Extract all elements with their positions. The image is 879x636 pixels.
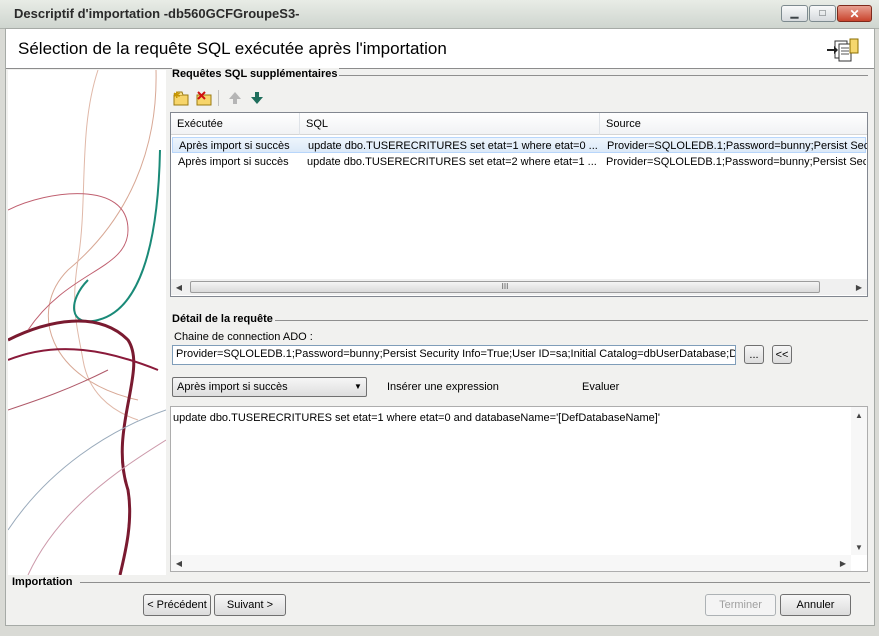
sql-editor-horizontal-scrollbar[interactable]: ◀ ▶ xyxy=(171,555,851,571)
cell-source: Provider=SQLOLEDB.1;Password=bunny;Persi… xyxy=(607,140,867,152)
evaluate-link[interactable]: Evaluer xyxy=(582,381,619,393)
finish-button[interactable]: Terminer xyxy=(705,594,776,616)
close-icon: ✕ xyxy=(849,6,860,21)
page-title: Sélection de la requête SQL exécutée apr… xyxy=(18,39,447,58)
cell-source: Provider=SQLOLEDB.1;Password=bunny;Persi… xyxy=(606,156,866,168)
insert-expression-link[interactable]: Insérer une expression xyxy=(387,381,499,393)
execution-condition-value: Après import si succès xyxy=(177,381,288,393)
detail-group-label: Détail de la requête xyxy=(172,313,275,325)
detail-group-border xyxy=(172,320,868,321)
cell-sql: update dbo.TUSERECRITURES set etat=2 whe… xyxy=(307,156,597,168)
arrow-down-icon[interactable] xyxy=(248,89,266,107)
cancel-button[interactable]: Annuler xyxy=(780,594,851,616)
add-query-icon[interactable]: ✱ xyxy=(172,89,190,107)
column-header-executed[interactable]: Exécutée xyxy=(171,113,300,135)
scrollbar-thumb[interactable]: III xyxy=(190,281,820,293)
window-title: Descriptif d'importation -db560GCFGroupe… xyxy=(14,6,300,21)
window-bottom-edge xyxy=(0,626,879,636)
cell-executed: Après import si succès xyxy=(179,140,290,152)
cell-sql: update dbo.TUSERECRITURES set etat=1 whe… xyxy=(308,140,598,152)
scroll-right-arrow-icon[interactable]: ▶ xyxy=(851,279,867,295)
scroll-down-arrow-icon[interactable]: ▼ xyxy=(851,539,867,555)
browse-connection-button[interactable]: ... xyxy=(744,345,764,364)
connection-string-input[interactable]: Provider=SQLOLEDB.1;Password=bunny;Persi… xyxy=(172,345,736,365)
arrow-up-icon[interactable] xyxy=(226,89,244,107)
maximize-icon: □ xyxy=(819,8,826,19)
table-row[interactable]: Après import si succès update dbo.TUSERE… xyxy=(172,154,866,170)
next-button[interactable]: Suivant > xyxy=(214,594,286,616)
column-header-sql[interactable]: SQL xyxy=(300,113,600,135)
connection-label: Chaine de connection ADO : xyxy=(174,331,313,343)
toolbar-separator xyxy=(218,90,219,106)
execution-condition-select[interactable]: Après import si succès ▼ xyxy=(172,377,367,397)
footer-group-label: Importation xyxy=(12,576,75,588)
scroll-left-arrow-icon[interactable]: ◀ xyxy=(171,555,187,571)
close-button[interactable]: ✕ xyxy=(837,5,872,22)
sql-editor[interactable]: update dbo.TUSERECRITURES set etat=1 whe… xyxy=(170,406,868,572)
scroll-up-arrow-icon[interactable]: ▲ xyxy=(851,407,867,423)
sql-group-label: Requêtes SQL supplémentaires xyxy=(172,68,340,80)
cell-executed: Après import si succès xyxy=(178,156,289,168)
maximize-button[interactable]: □ xyxy=(809,5,836,22)
delete-query-icon[interactable] xyxy=(195,89,213,107)
column-header-source[interactable]: Source xyxy=(600,113,867,135)
sql-editor-text: update dbo.TUSERECRITURES set etat=1 whe… xyxy=(173,412,660,424)
list-horizontal-scrollbar[interactable]: ◀ III ▶ xyxy=(171,279,867,295)
scroll-left-arrow-icon[interactable]: ◀ xyxy=(171,279,187,295)
insert-connection-button[interactable]: << xyxy=(772,345,792,364)
import-wizard-icon xyxy=(825,35,859,65)
sql-editor-vertical-scrollbar[interactable]: ▲ ▼ xyxy=(851,407,867,555)
minimize-button[interactable]: ▁ xyxy=(781,5,808,22)
svg-text:✱: ✱ xyxy=(173,91,181,101)
minimize-icon: ▁ xyxy=(790,8,799,19)
scroll-right-arrow-icon[interactable]: ▶ xyxy=(835,555,851,571)
previous-button[interactable]: < Précédent xyxy=(143,594,211,616)
table-row[interactable]: Après import si succès update dbo.TUSERE… xyxy=(172,137,867,153)
decoration-panel xyxy=(7,69,167,576)
footer-group-border xyxy=(80,582,870,583)
sql-query-list[interactable]: Exécutée SQL Source Après import si succ… xyxy=(170,112,868,297)
chevron-down-icon: ▼ xyxy=(354,382,362,391)
